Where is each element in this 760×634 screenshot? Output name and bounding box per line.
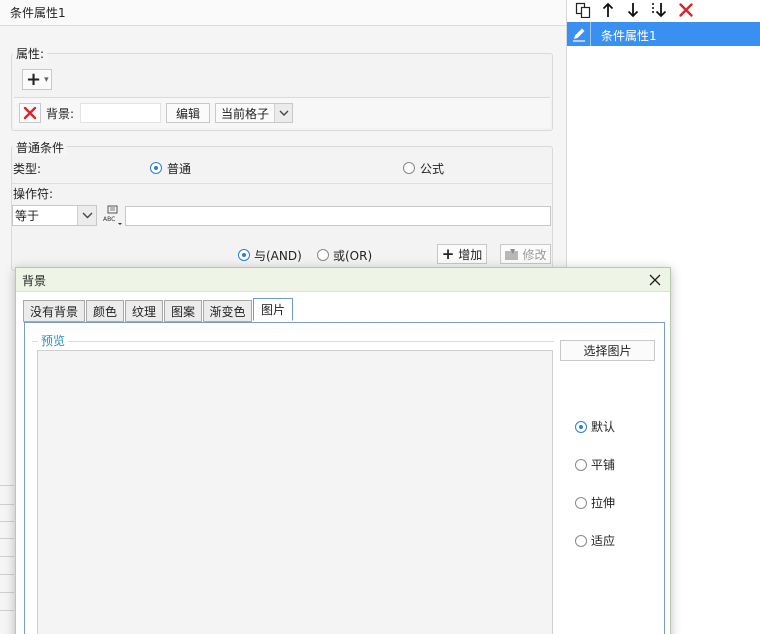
background-preview-field[interactable] [80, 103, 161, 123]
operator-select-value: 等于 [15, 209, 40, 223]
add-condition-button[interactable]: + 增加 [437, 244, 487, 264]
dialog-title-bar: 背景 [16, 268, 670, 292]
logic-radio-or[interactable] [317, 249, 329, 261]
type-radio-formula[interactable] [403, 162, 415, 174]
editor-title: 条件属性1 [10, 6, 66, 20]
list-item-label: 条件属性1 [601, 29, 657, 43]
type-radio-normal[interactable] [150, 162, 162, 174]
remove-attribute-button[interactable] [19, 103, 41, 123]
type-formula-label: 公式 [420, 162, 445, 176]
image-preview-area [37, 350, 553, 634]
logic-and-label: 与(AND) [254, 249, 302, 263]
grid-line [0, 504, 14, 505]
dialog-close-button[interactable] [645, 270, 665, 290]
attributes-legend: 属性: [13, 45, 48, 62]
delete-icon [679, 3, 693, 17]
logic-or-label: 或(OR) [333, 249, 373, 263]
list-item[interactable]: 条件属性1 [567, 22, 760, 46]
layout-stretch-label: 拉伸 [591, 496, 616, 510]
tab-no-background[interactable]: 没有背景 [23, 300, 85, 322]
tab-image[interactable]: 图片 [253, 298, 293, 321]
operand-input[interactable] [125, 206, 551, 226]
tab-pattern[interactable]: 图案 [164, 300, 202, 322]
tab-texture[interactable]: 纹理 [125, 300, 163, 322]
grid-line [0, 556, 14, 557]
grid-line [0, 538, 14, 539]
layout-fit-label: 适应 [591, 534, 616, 548]
edit-item-button[interactable] [567, 22, 591, 46]
preview-group-line [32, 341, 554, 342]
layout-radio-fit[interactable] [575, 535, 587, 547]
delete-icon [23, 106, 37, 120]
grid-line [0, 610, 14, 611]
operator-label: 操作符: [13, 187, 54, 201]
chevron-down-icon: ▾ [44, 74, 49, 85]
scope-select-value: 当前格子 [221, 106, 270, 121]
divider [12, 183, 552, 184]
condition-legend: 普通条件 [13, 139, 68, 156]
plus-icon: + [441, 245, 455, 263]
type-label: 类型: [13, 162, 42, 176]
editor-title-bar: 条件属性1 [0, 0, 566, 26]
edit-button[interactable]: 编辑 [166, 103, 210, 123]
copy-icon [575, 2, 591, 18]
grid-line [0, 592, 14, 593]
arrow-up-icon [602, 2, 614, 17]
select-image-button[interactable]: 选择图片 [560, 340, 655, 361]
layout-default-label: 默认 [591, 420, 616, 434]
pencil-icon [572, 28, 585, 42]
copy-button[interactable] [573, 1, 593, 19]
abc-formula-button[interactable]: ABC [101, 205, 123, 226]
scope-dropdown-toggle[interactable] [274, 104, 292, 122]
logic-radio-and[interactable] [238, 249, 250, 261]
background-dialog: 背景 没有背景 颜色 纹理 图案 渐变色 图片 预览 选择图片 默认 平铺 拉伸… [15, 267, 671, 634]
grid-line [0, 521, 14, 522]
add-condition-label: 增加 [458, 247, 483, 262]
grid-line [0, 485, 14, 486]
move-bottom-icon [652, 2, 667, 17]
preview-legend: 预览 [38, 332, 69, 349]
tab-color[interactable]: 颜色 [86, 300, 124, 322]
operator-dropdown-toggle[interactable] [77, 206, 96, 225]
add-attribute-button[interactable]: + ▾ [22, 69, 52, 90]
close-icon [649, 274, 661, 286]
svg-text:ABC: ABC [103, 216, 115, 223]
grid-line [0, 574, 14, 575]
abc-formula-icon: ABC [103, 205, 122, 225]
delete-condition-button[interactable] [676, 1, 696, 19]
layout-radio-default[interactable] [575, 421, 587, 433]
tab-gradient[interactable]: 渐变色 [203, 300, 252, 322]
modify-condition-label: 修改 [522, 247, 547, 262]
move-up-button[interactable] [598, 1, 618, 19]
type-normal-label: 普通 [167, 162, 192, 176]
layout-radio-stretch[interactable] [575, 497, 587, 509]
edit-table-icon [505, 248, 519, 260]
background-label: 背景: [46, 107, 75, 121]
modify-condition-button[interactable]: 修改 [500, 244, 551, 264]
chevron-down-icon [82, 212, 93, 219]
arrow-down-icon [627, 3, 639, 18]
plus-icon: + [26, 68, 42, 90]
chevron-down-icon [279, 110, 289, 116]
move-down-button[interactable] [623, 1, 643, 19]
layout-tile-label: 平铺 [591, 458, 616, 472]
move-bottom-button[interactable] [649, 1, 669, 19]
layout-radio-tile[interactable] [575, 459, 587, 471]
dialog-title: 背景 [22, 274, 47, 288]
